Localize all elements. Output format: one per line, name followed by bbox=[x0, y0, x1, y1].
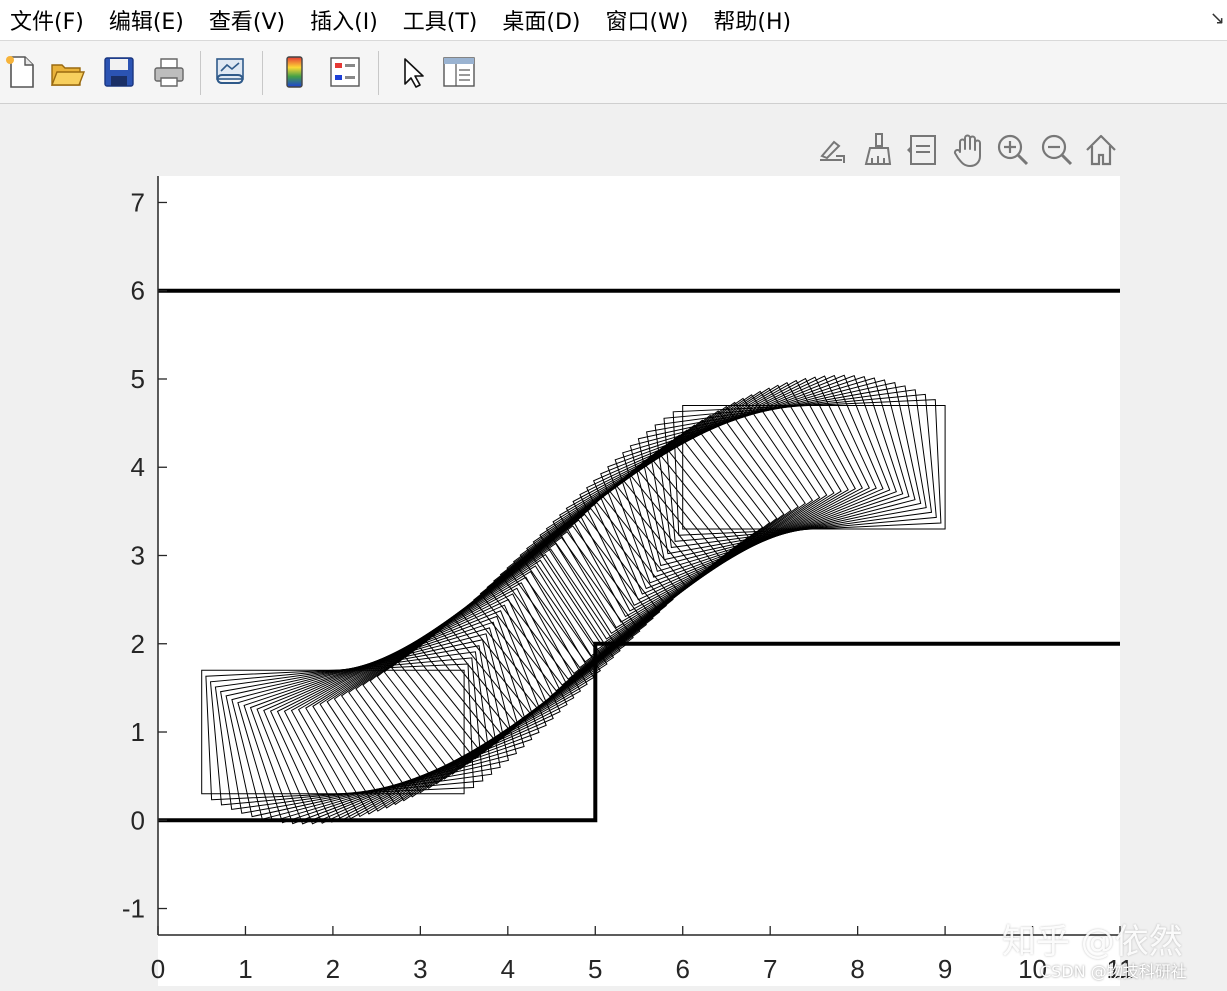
pan-hand-icon[interactable] bbox=[950, 130, 988, 170]
plot-svg: 0 1 2 3 4 5 6 7 8 9 10 11-101234567 bbox=[122, 176, 1134, 986]
x-tick-label: 5 bbox=[588, 954, 602, 984]
home-icon[interactable] bbox=[1082, 130, 1120, 170]
menu-item-3[interactable]: 插入(I) bbox=[300, 4, 393, 36]
x-tick-label: 4 bbox=[501, 954, 515, 984]
x-tick-label: 6 bbox=[675, 954, 689, 984]
dock-arrow-icon[interactable]: ↘ bbox=[1210, 8, 1225, 29]
y-tick-label: 2 bbox=[131, 629, 145, 659]
x-tick-label: 9 bbox=[938, 954, 952, 984]
x-tick-label: 7 bbox=[763, 954, 777, 984]
edit-plot-arrow-icon[interactable] bbox=[394, 53, 432, 91]
menu-item-1[interactable]: 编辑(E) bbox=[99, 4, 199, 36]
menu-item-0[interactable]: 文件(F) bbox=[0, 4, 99, 36]
menu-bar: 文件(F) 编辑(E) 查看(V) 插入(I) 工具(T) 桌面(D) 窗口(W) 帮助(H)… bbox=[0, 0, 1227, 41]
property-inspector-icon[interactable] bbox=[440, 53, 478, 91]
y-tick-label: 4 bbox=[131, 452, 145, 482]
y-tick-label: 0 bbox=[131, 805, 145, 835]
zoom-in-icon[interactable] bbox=[994, 130, 1032, 170]
y-tick-label: 5 bbox=[131, 364, 145, 394]
axes-background bbox=[158, 176, 1120, 986]
x-tick-label: 1 bbox=[238, 954, 252, 984]
new-figure-icon[interactable] bbox=[2, 53, 40, 91]
figure-toolbar bbox=[0, 41, 1227, 104]
menu-item-6[interactable]: 窗口(W) bbox=[596, 4, 704, 36]
figure-canvas: 0 1 2 3 4 5 6 7 8 9 10 11 -1 0 1 2 3 4 5 6 7 bbox=[0, 104, 1227, 986]
print-icon[interactable] bbox=[150, 53, 188, 91]
colorbar-icon[interactable] bbox=[276, 53, 314, 91]
y-tick-label: 6 bbox=[131, 276, 145, 306]
x-tick-label: 3 bbox=[413, 954, 427, 984]
data-tips-icon[interactable] bbox=[904, 130, 942, 170]
watermark-subtext: CSDN @物技科研社 bbox=[1040, 962, 1187, 981]
brush-icon[interactable] bbox=[858, 130, 896, 170]
link-plot-icon[interactable] bbox=[212, 53, 250, 91]
x-tick-label: 2 bbox=[326, 954, 340, 984]
x-tick-label: 0 bbox=[151, 954, 165, 984]
legend-icon[interactable] bbox=[326, 53, 364, 91]
menu-item-4[interactable]: 工具(T) bbox=[393, 4, 493, 36]
open-file-icon[interactable] bbox=[48, 53, 86, 91]
y-tick-label: 3 bbox=[131, 541, 145, 571]
export-icon[interactable] bbox=[812, 130, 850, 170]
x-tick-label: 8 bbox=[850, 954, 864, 984]
menu-item-2[interactable]: 查看(V) bbox=[199, 4, 300, 36]
y-tick-label: 7 bbox=[131, 187, 145, 217]
y-tick-label: -1 bbox=[122, 894, 145, 924]
menu-item-7[interactable]: 帮助(H) bbox=[703, 4, 806, 36]
menu-item-5[interactable]: 桌面(D) bbox=[492, 4, 595, 36]
y-tick-label: 1 bbox=[131, 717, 145, 747]
watermark-text: 知乎 @依然 bbox=[1002, 922, 1183, 962]
save-icon[interactable] bbox=[100, 53, 138, 91]
zoom-out-icon[interactable] bbox=[1038, 130, 1076, 170]
